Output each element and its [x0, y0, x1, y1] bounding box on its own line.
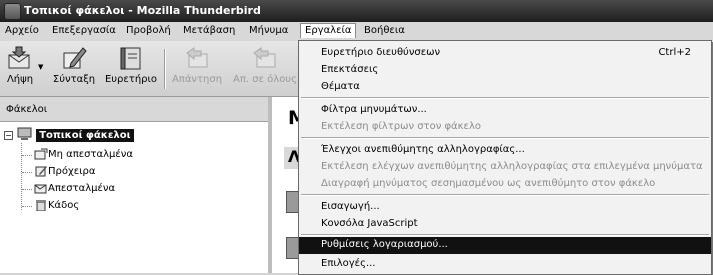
- address-book-label: Ευρετήριο: [104, 74, 158, 85]
- unsent-folder-icon: [34, 148, 48, 160]
- address-book-button[interactable]: Ευρετήριο: [102, 45, 160, 85]
- tree-item-label: Απεσταλμένα: [48, 183, 116, 194]
- menuitem-address-book[interactable]: Ευρετήριο διευθύνσεων Ctrl+2: [299, 45, 711, 61]
- menuitem-label: Εκτέλεση ελέγχων ανεπιθύμητης αλληλογραφ…: [321, 161, 703, 172]
- tree-item-label: Μη απεσταλμένα: [48, 149, 133, 160]
- tree-root-local-folders[interactable]: − Τοπικοί φάκελοι: [4, 127, 134, 142]
- tree-root-label: Τοπικοί φάκελοι: [36, 129, 134, 142]
- reply-label: Απάντηση: [171, 74, 223, 85]
- reply-all-button[interactable]: Απ. σε όλους: [233, 45, 297, 85]
- menuitem-label: Ρυθμίσεις λογαριασμού...: [321, 239, 448, 250]
- menuitem-run-junk-controls[interactable]: Εκτέλεση ελέγχων ανεπιθύμητης αλληλογραφ…: [299, 159, 711, 175]
- menu-separator: [301, 194, 709, 196]
- menuitem-label: Επιλογές...: [321, 258, 376, 269]
- reply-all-label: Απ. σε όλους: [233, 74, 297, 85]
- address-book-icon: [120, 47, 141, 70]
- menu-separator: [301, 137, 709, 139]
- menuitem-message-filters[interactable]: Φίλτρα μηνυμάτων...: [299, 102, 711, 118]
- menu-view[interactable]: Προβολή: [126, 25, 171, 36]
- get-mail-button[interactable]: Λήψη: [2, 45, 38, 85]
- tools-menu-dropdown: Ευρετήριο διευθύνσεων Ctrl+2 Επεκτάσεις …: [298, 40, 712, 275]
- menu-help[interactable]: Βοήθεια: [364, 25, 405, 36]
- menu-edit[interactable]: Επεξεργασία: [52, 25, 116, 36]
- folder-tree: − Τοπικοί φάκελοι Μη απεσταλμένα Πρόχειρ…: [0, 122, 269, 273]
- sent-folder-icon: [34, 184, 47, 194]
- folder-pane-header: Φάκελοι: [0, 97, 268, 122]
- folder-pane-title: Φάκελοι: [6, 104, 48, 115]
- menu-file[interactable]: Αρχείο: [5, 25, 39, 36]
- tree-item-label: Πρόχειρα: [48, 166, 96, 177]
- compose-icon: [63, 47, 87, 69]
- menuitem-label: Εισαγωγή...: [321, 201, 380, 212]
- reply-button[interactable]: Απάντηση: [170, 45, 224, 85]
- get-mail-label: Λήψη: [6, 74, 34, 85]
- menuitem-javascript-console[interactable]: Κονσόλα JavaScript: [299, 216, 711, 232]
- menuitem-label: Επεκτάσεις: [321, 64, 379, 75]
- get-mail-icon: [8, 46, 30, 69]
- reply-icon: [186, 47, 208, 68]
- tree-connector: [22, 206, 32, 207]
- menu-message[interactable]: Μήνυμα: [249, 25, 288, 36]
- menuitem-delete-junk[interactable]: Διαγραφή μηνύματος σεσημασμένου ως ανεπι…: [299, 176, 711, 192]
- menu-tools[interactable]: Εργαλεία: [300, 23, 357, 38]
- menuitem-shortcut: Ctrl+2: [658, 47, 691, 58]
- toolbar-separator: [164, 49, 166, 89]
- tree-connector: [22, 172, 32, 173]
- thunderbird-icon: [4, 3, 21, 20]
- trash-folder-icon: [36, 200, 46, 211]
- compose-button[interactable]: Σύνταξη: [48, 45, 100, 85]
- tree-connector: [22, 189, 32, 190]
- menuitem-label: Ευρετήριο διευθύνσεων: [321, 47, 441, 58]
- collapse-icon[interactable]: −: [4, 130, 13, 140]
- compose-label: Σύνταξη: [52, 74, 96, 85]
- menuitem-label: Κονσόλα JavaScript: [321, 218, 418, 229]
- menuitem-label: Φίλτρα μηνυμάτων...: [321, 104, 427, 115]
- window-title: Τοπικοί φάκελοι - Mozilla Thunderbird: [24, 4, 261, 17]
- drafts-folder-icon: [35, 166, 47, 177]
- menuitem-junk-controls[interactable]: Έλεγχοι ανεπιθύμητης αλληλογραφίας...: [299, 142, 711, 158]
- menu-bar: Αρχείο Επεξεργασία Προβολή Μετάβαση Μήνυ…: [0, 22, 713, 42]
- menuitem-label: Έλεγχοι ανεπιθύμητης αλληλογραφίας...: [321, 144, 525, 155]
- computer-icon: [17, 127, 32, 140]
- menuitem-account-settings[interactable]: Ρυθμίσεις λογαριασμού...: [299, 237, 711, 254]
- menuitem-label: Διαγραφή μηνύματος σεσημασμένου ως ανεπι…: [321, 178, 656, 189]
- menu-separator: [301, 97, 709, 99]
- menuitem-label: Θέματα: [321, 81, 360, 92]
- menuitem-import[interactable]: Εισαγωγή...: [299, 199, 711, 215]
- menuitem-themes[interactable]: Θέματα: [299, 79, 711, 95]
- reply-all-icon: [253, 47, 276, 68]
- tree-item-label: Κάδος: [48, 200, 80, 211]
- menuitem-extensions[interactable]: Επεκτάσεις: [299, 62, 711, 78]
- tree-connector: [22, 155, 32, 156]
- tree-connector: [21, 143, 22, 210]
- menu-separator: [301, 234, 709, 236]
- menuitem-label: Εκτέλεση φίλτρων στον φάκελο: [321, 121, 481, 132]
- menu-go[interactable]: Μετάβαση: [183, 25, 235, 36]
- chevron-down-icon[interactable]: ▼: [38, 63, 43, 71]
- title-bar: Τοπικοί φάκελοι - Mozilla Thunderbird: [0, 0, 713, 22]
- menuitem-options[interactable]: Επιλογές...: [299, 256, 711, 272]
- menuitem-run-filters[interactable]: Εκτέλεση φίλτρων στον φάκελο: [299, 119, 711, 135]
